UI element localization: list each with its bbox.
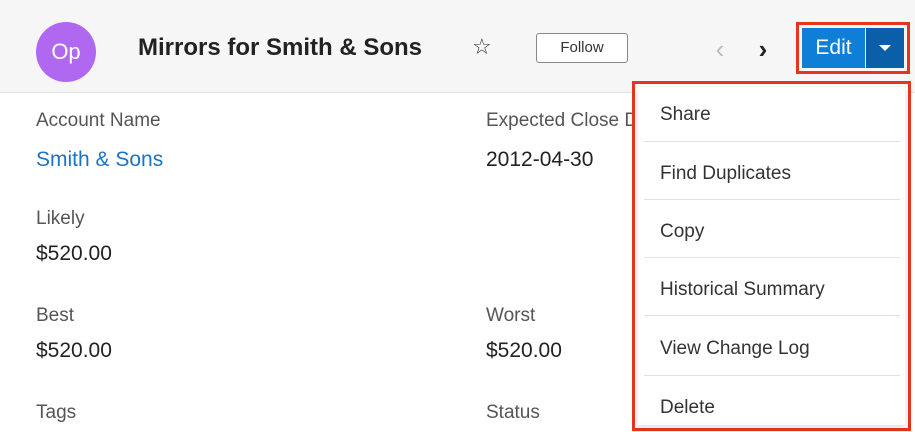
menu-item-copy[interactable]: Copy	[660, 221, 704, 243]
menu-divider	[644, 375, 900, 376]
menu-item-share[interactable]: Share	[660, 104, 711, 126]
menu-item-view-change-log[interactable]: View Change Log	[660, 338, 810, 360]
star-icon[interactable]: ☆	[472, 34, 492, 60]
menu-divider	[644, 199, 900, 200]
menu-divider	[644, 257, 900, 258]
account-name-label: Account Name	[36, 110, 161, 131]
record-header: Op Mirrors for Smith & Sons ☆ Follow ‹ ›…	[0, 0, 915, 93]
record-title: Mirrors for Smith & Sons	[138, 34, 423, 61]
menu-item-find-duplicates[interactable]: Find Duplicates	[660, 163, 791, 185]
account-name-link[interactable]: Smith & Sons	[36, 148, 163, 172]
best-label: Best	[36, 305, 75, 326]
actions-menu-panel: Share Find Duplicates Copy Historical Su…	[638, 87, 905, 425]
worst-value: $520.00	[486, 339, 562, 362]
avatar: Op	[36, 22, 96, 82]
expected-close-value: 2012-04-30	[486, 148, 594, 171]
likely-label: Likely	[36, 208, 85, 229]
follow-button[interactable]: Follow	[536, 33, 628, 63]
actions-dropdown-button[interactable]	[866, 28, 904, 68]
caret-down-icon	[879, 45, 891, 51]
worst-label: Worst	[486, 305, 536, 326]
chevron-left-icon[interactable]: ‹	[709, 36, 731, 62]
tags-label: Tags	[36, 402, 77, 423]
menu-divider	[644, 141, 900, 142]
edit-button[interactable]: Edit	[802, 28, 865, 68]
likely-value: $520.00	[36, 242, 112, 265]
menu-divider	[644, 315, 900, 316]
actions-menu: Share Find Duplicates Copy Historical Su…	[632, 81, 911, 431]
menu-item-delete[interactable]: Delete	[660, 397, 715, 419]
menu-item-historical-summary[interactable]: Historical Summary	[660, 279, 825, 301]
expected-close-label: Expected Close D	[486, 110, 639, 131]
status-label: Status	[486, 402, 540, 423]
chevron-right-icon[interactable]: ›	[752, 36, 774, 62]
best-value: $520.00	[36, 339, 112, 362]
